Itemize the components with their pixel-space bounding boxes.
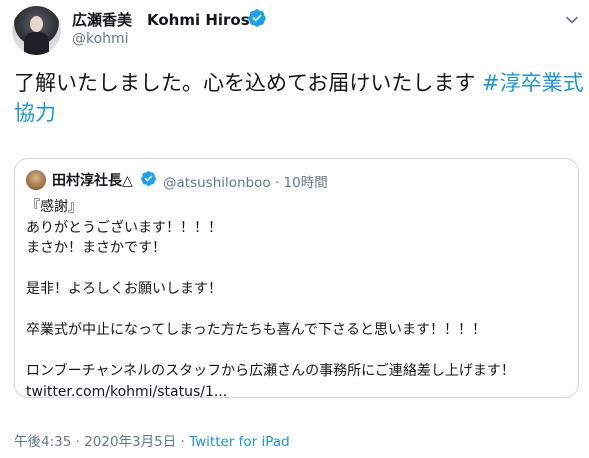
- avatar-face: [30, 16, 43, 32]
- author-name[interactable]: 広瀬香美 Kohmi Hirose: [72, 9, 260, 30]
- meta-separator: ·: [176, 434, 190, 450]
- tweet-date[interactable]: 2020年3月5日: [84, 434, 176, 450]
- quoted-tweet[interactable]: 田村淳社長△ @atsushilonboo · 10時間 『感謝』 ありがとうご…: [14, 158, 579, 400]
- quoted-handle-time: @atsushilonboo · 10時間: [163, 175, 328, 191]
- quoted-avatar: [26, 170, 46, 190]
- quoted-line: ロンブーチャンネルのスタッフから広瀬さんの事務所にご連絡差し上げます！: [26, 363, 515, 379]
- quoted-line: [26, 259, 515, 280]
- tweet-text: 了解いたしました。心を込めてお届けいたします #淳卒業式協力: [14, 68, 584, 128]
- meta-separator: ·: [71, 434, 85, 450]
- chevron-down-icon[interactable]: [564, 12, 580, 28]
- quoted-line: 卒業式が中止になってしまった方たちも喜んで下さると思います！！！！: [26, 322, 487, 338]
- verified-badge-icon: [248, 9, 266, 27]
- tweet-avatar[interactable]: [12, 6, 61, 55]
- quoted-author-name: 田村淳社長△: [52, 173, 133, 189]
- quoted-body: 『感謝』 ありがとうございます！！！！ まさか！まさかです！ 是非！よろしくお願…: [26, 197, 515, 402]
- quoted-line: [26, 341, 515, 362]
- quoted-status-link[interactable]: twitter.com/kohmi/status/1...: [26, 382, 515, 403]
- verified-badge-icon: [141, 171, 156, 186]
- quoted-line: まさか！まさかです！: [26, 240, 166, 256]
- tweet-time[interactable]: 午後4:35: [14, 434, 71, 450]
- quoted-line: ありがとうございます！！！！: [26, 219, 222, 236]
- quoted-line: [26, 300, 515, 321]
- tweet-source[interactable]: Twitter for iPad: [189, 434, 290, 450]
- quoted-line: 『感謝』: [26, 199, 82, 215]
- tweet-body: 了解いたしました。心を込めてお届けいたします: [14, 71, 483, 95]
- author-handle[interactable]: @kohmi: [72, 31, 129, 47]
- quoted-line: 是非！よろしくお願いします！: [26, 281, 222, 297]
- tweet-meta: 午後4:35 · 2020年3月5日 · Twitter for iPad: [14, 430, 290, 450]
- avatar-body: [24, 32, 49, 55]
